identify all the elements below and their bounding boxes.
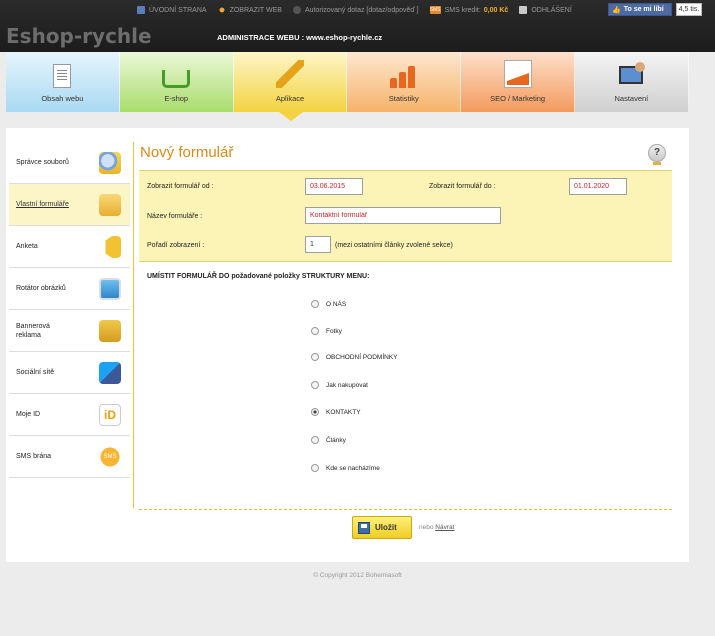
growth-chart-icon [503,60,532,88]
floppy-disk-icon [358,521,370,534]
admin-title: ADMINISTRACE WEBU : www.eshop-rychle.cz [217,33,383,42]
mojeid-icon: iD [99,404,121,426]
menu-option-fotky[interactable]: Fotky [311,327,342,335]
tab-nastaveni[interactable]: Nastavení [574,52,689,112]
sidebar-item-social-networks[interactable]: Sociální sítě [9,352,130,394]
radio-button[interactable] [311,300,319,308]
show-from-input[interactable] [305,178,363,195]
sms-bubble-icon: SMS [99,446,121,468]
page-title: Nový formulář [140,144,234,161]
logout-icon [519,6,528,14]
sidebar-item-banner-ads[interactable]: Bannerová reklama [9,310,130,352]
menu-option-o-nas[interactable]: O NÁS [311,300,346,308]
menu-option-clanky[interactable]: Články [311,436,346,444]
sale-bag-icon [99,320,121,342]
home-link[interactable]: ÚVODNÍ STRANA [137,6,207,14]
question-icon [292,6,301,14]
form-settings-box: Zobrazit formulář od : Zobrazit formulář… [139,170,672,262]
radio-button[interactable] [311,381,319,389]
form-name-input[interactable] [305,207,501,224]
menu-option-jak-nakupovat[interactable]: Jak nakupovat [311,381,368,389]
sidebar-item-image-rotator[interactable]: Rotátor obrázků [9,268,130,310]
sms-credit: SMS SMS kredit: 0,00 Kč [429,6,509,14]
megaphone-icon [99,236,121,258]
sidebar-item-poll[interactable]: Anketa [9,226,130,268]
top-bar: ÚVODNÍ STRANA ZOBRAZIT WEB Autorizovaný … [0,0,715,52]
order-input[interactable] [305,236,331,253]
basket-icon [162,70,191,88]
form-name-label: Název formuláře : [147,213,203,220]
sun-icon [217,6,226,14]
show-to-label: Zobrazit formulář do : [429,183,496,190]
social-networks-icon [99,362,121,384]
show-from-label: Zobrazit formulář od : [147,183,214,190]
back-link[interactable]: Návrat [435,524,454,531]
radio-button[interactable] [311,464,319,472]
facebook-like-button[interactable]: 👍 To se mi líbí [608,3,672,16]
logo[interactable]: Eshop-rychle [6,24,152,48]
order-note: (mezi ostatními články zvolené sekce) [335,242,453,249]
sidebar-item-custom-forms[interactable]: Vlastní formuláře [9,184,130,226]
facebook-icon: 👍 [612,6,621,14]
tab-eshop[interactable]: E-shop [119,52,234,112]
pencil-ruler-icon [275,60,304,88]
help-icon[interactable]: ? [648,144,666,165]
copyright: © Copyright 2012 Bohemiasoft [313,572,402,579]
authorized-query-link[interactable]: Autorizovaný dotaz [dotaz/odpověď ] [292,6,419,14]
show-to-input[interactable] [569,178,627,195]
tab-obsah-webu[interactable]: Obsah webu [6,52,120,112]
radio-button[interactable] [311,436,319,444]
sidebar-item-mojeid[interactable]: Moje ID iD [9,394,130,436]
logout-link[interactable]: ODHLÁŠENÍ [519,6,572,14]
radio-button[interactable] [311,353,319,361]
folder-search-icon [99,152,121,174]
like-count: 4,5 tis. [676,3,702,16]
view-web-link[interactable]: ZOBRAZIT WEB [217,6,282,14]
top-links: ÚVODNÍ STRANA ZOBRAZIT WEB Autorizovaný … [137,4,583,16]
sidebar: Správce souborů Vlastní formuláře Anketa… [9,142,130,636]
contact-card-icon [99,194,121,216]
sms-credit-value: 0,00 Kč [483,6,509,14]
radio-button-selected[interactable] [311,408,319,416]
sidebar-item-file-manager[interactable]: Správce souborů [9,142,130,184]
user-computer-icon [617,60,646,88]
main-nav: Obsah webu E-shop Aplikace Statistiky SE… [6,52,689,121]
document-icon [53,64,72,88]
home-icon [137,6,145,14]
divider [139,509,672,510]
menu-option-kde-se-nachazime[interactable]: Kde se nacházíme [311,464,380,472]
tab-statistiky[interactable]: Statistiky [347,52,462,112]
image-slider-icon [99,278,121,300]
order-label: Pořadí zobrazení : [147,242,205,249]
menu-option-obchodni-podminky[interactable]: OBCHODNÍ PODMÍNKY [311,353,398,361]
bar-chart-icon [389,60,418,88]
save-button[interactable]: Uložit [352,516,412,539]
or-back: nebo Návrat [419,524,455,531]
sms-icon: SMS [429,6,441,14]
radio-button[interactable] [311,327,319,335]
sidebar-item-sms-gateway[interactable]: SMS brána SMS [9,436,130,478]
sidebar-divider [133,142,134,508]
main-panel: Správce souborů Vlastní formuláře Anketa… [6,128,689,562]
tab-seo-marketing[interactable]: SEO / Marketing [461,52,575,112]
menu-option-kontakty[interactable]: KONTAKTY [311,408,361,416]
tab-aplikace[interactable]: Aplikace [233,52,348,121]
menu-structure-heading: UMÍSTIT FORMULÁŘ DO požadované položky S… [147,273,370,280]
